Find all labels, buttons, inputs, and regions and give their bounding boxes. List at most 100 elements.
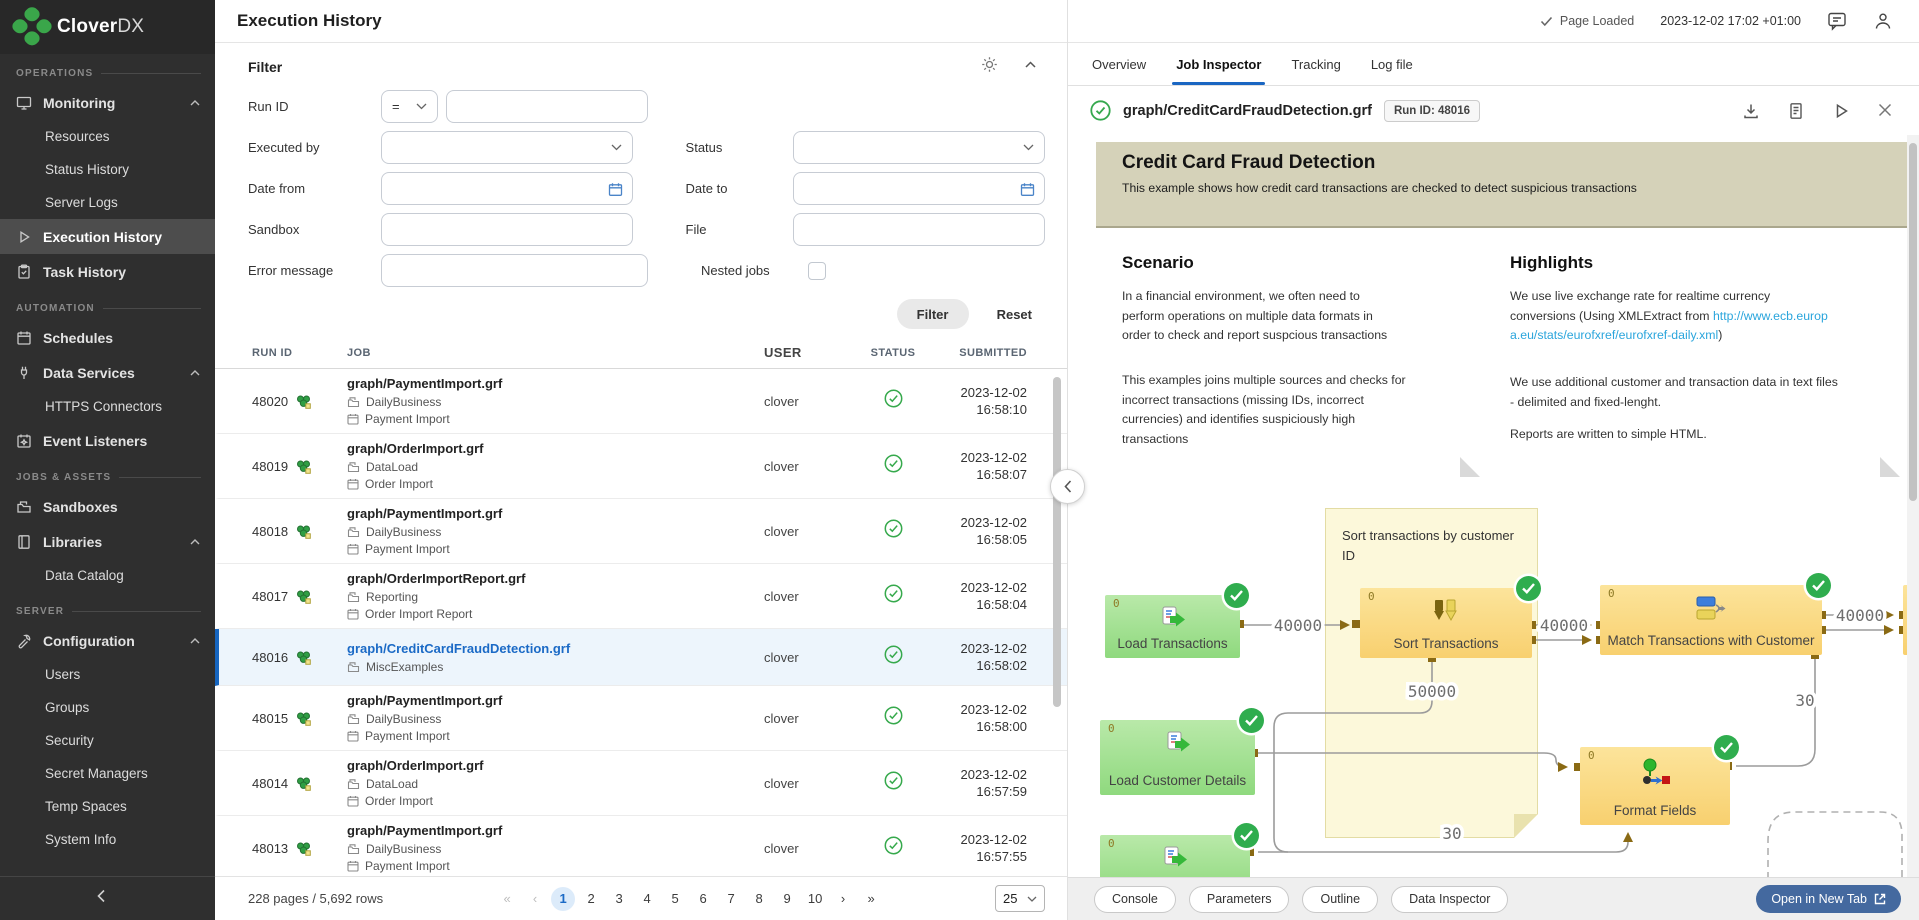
sidebar-item-system-info[interactable]: System Info <box>0 823 215 856</box>
graph-node-format-fields[interactable]: 0 Format Fields <box>1580 747 1730 825</box>
date-to-input[interactable] <box>794 173 1044 204</box>
job-link[interactable]: graph/CreditCardFraudDetection.grf <box>347 641 764 657</box>
open-in-new-tab-button[interactable]: Open in New Tab <box>1756 885 1901 913</box>
tab-job-inspector[interactable]: Job Inspector <box>1176 43 1261 85</box>
executed-by-select[interactable] <box>381 131 633 164</box>
outline-button[interactable]: Outline <box>1302 886 1378 913</box>
job-link[interactable]: graph/OrderImport.grf <box>347 758 764 774</box>
table-row[interactable]: 48017graph/OrderImportReport.grfReportin… <box>215 564 1067 629</box>
sidebar-item-server-logs[interactable]: Server Logs <box>0 186 215 219</box>
run-id-operator-select[interactable]: = <box>381 90 438 123</box>
status-select[interactable] <box>793 131 1045 164</box>
next-page-button[interactable]: › <box>831 887 855 911</box>
job-link[interactable]: graph/PaymentImport.grf <box>347 506 764 522</box>
job-link[interactable]: graph/OrderImport.grf <box>347 441 764 457</box>
table-row[interactable]: 48013graph/PaymentImport.grfDailyBusines… <box>215 816 1067 876</box>
filter-button[interactable]: Filter <box>897 299 969 329</box>
table-row[interactable]: 48015graph/PaymentImport.grfDailyBusines… <box>215 686 1067 751</box>
page-button[interactable]: 10 <box>803 887 827 911</box>
graph-node-match-transactions[interactable]: 0 Match Transactions with Customer <box>1600 585 1822 655</box>
graph-node-load-transactions[interactable]: 0 Load Transactions <box>1105 595 1240 658</box>
parameters-button[interactable]: Parameters <box>1189 886 1290 913</box>
error-message-input[interactable] <box>382 255 647 286</box>
chevron-up-icon[interactable] <box>189 99 201 107</box>
filter-section: Filter Run ID = Executed by <box>215 43 1067 329</box>
last-page-button[interactable]: » <box>859 887 883 911</box>
reset-button[interactable]: Reset <box>997 307 1032 322</box>
page-button[interactable]: 3 <box>607 887 631 911</box>
sidebar-item-configuration[interactable]: Configuration <box>0 623 215 658</box>
page-button[interactable]: 7 <box>719 887 743 911</box>
close-icon[interactable] <box>1877 102 1893 120</box>
sidebar-item-event-listeners[interactable]: Event Listeners <box>0 423 215 458</box>
page-button[interactable]: 9 <box>775 887 799 911</box>
sidebar-item-data-services[interactable]: Data Services <box>0 355 215 390</box>
gear-icon[interactable] <box>981 56 998 78</box>
page-button[interactable]: 6 <box>691 887 715 911</box>
sidebar-item-groups[interactable]: Groups <box>0 691 215 724</box>
prev-page-button[interactable]: ‹ <box>523 887 547 911</box>
page-button[interactable]: 5 <box>663 887 687 911</box>
sidebar-item-security[interactable]: Security <box>0 724 215 757</box>
file-input[interactable] <box>794 214 1044 245</box>
chevron-up-icon[interactable] <box>189 637 201 645</box>
sidebar-item-schedules[interactable]: Schedules <box>0 320 215 355</box>
table-row[interactable]: 48019graph/OrderImport.grfDataLoadOrder … <box>215 434 1067 499</box>
table-row[interactable]: 48014graph/OrderImport.grfDataLoadOrder … <box>215 751 1067 816</box>
first-page-button[interactable]: « <box>495 887 519 911</box>
job-title: graph/CreditCardFraudDetection.grf <box>1123 103 1372 119</box>
job-link[interactable]: graph/OrderImportReport.grf <box>347 571 764 587</box>
canvas-scrollbar-thumb[interactable] <box>1909 143 1917 501</box>
page-button[interactable]: 4 <box>635 887 659 911</box>
download-icon[interactable] <box>1742 102 1760 120</box>
job-link[interactable]: graph/PaymentImport.grf <box>347 823 764 839</box>
page-size-select[interactable]: 25 <box>995 885 1045 912</box>
feedback-icon[interactable] <box>1827 11 1847 31</box>
sidebar-item-sandboxes[interactable]: Sandboxes <box>0 489 215 524</box>
table-row[interactable]: 48016graph/CreditCardFraudDetection.grfM… <box>215 629 1067 686</box>
collapse-filter-icon[interactable] <box>1024 56 1037 78</box>
user-icon[interactable] <box>1873 11 1893 31</box>
job-link[interactable]: graph/PaymentImport.grf <box>347 376 764 392</box>
log-file-icon[interactable] <box>1787 102 1805 120</box>
graph-node-partial[interactable]: 0 <box>1100 835 1250 877</box>
graph-node-sort-transactions[interactable]: 0 Sort Transactions <box>1360 588 1532 658</box>
sidebar-item-https-connectors[interactable]: HTTPS Connectors <box>0 390 215 423</box>
sidebar-item-libraries[interactable]: Libraries <box>0 524 215 559</box>
page-button[interactable]: 8 <box>747 887 771 911</box>
job-link[interactable]: graph/PaymentImport.grf <box>347 693 764 709</box>
sidebar-collapse-button[interactable] <box>0 876 215 920</box>
chevron-up-icon[interactable] <box>189 538 201 546</box>
tab-log-file[interactable]: Log file <box>1371 43 1413 85</box>
cloverdx-logo[interactable]: CloverDX <box>0 0 215 54</box>
tab-tracking[interactable]: Tracking <box>1291 43 1340 85</box>
sidebar-item-data-catalog[interactable]: Data Catalog <box>0 559 215 592</box>
sidebar-item-status-history[interactable]: Status History <box>0 153 215 186</box>
tab-overview[interactable]: Overview <box>1092 43 1146 85</box>
table-row[interactable]: 48018graph/PaymentImport.grfDailyBusines… <box>215 499 1067 564</box>
sidebar-item-execution-history[interactable]: Execution History <box>0 219 215 254</box>
nested-jobs-checkbox[interactable] <box>808 262 826 280</box>
sandbox-input[interactable] <box>382 214 632 245</box>
sidebar-item-label: Monitoring <box>43 95 115 111</box>
graph-node-load-customer-details[interactable]: 0 Load Customer Details <box>1100 720 1255 795</box>
page-button[interactable]: 1 <box>551 887 575 911</box>
sidebar-item-secret-managers[interactable]: Secret Managers <box>0 757 215 790</box>
graph-canvas[interactable]: Credit Card Fraud Detection This example… <box>1068 135 1919 877</box>
sidebar-item-task-history[interactable]: Task History <box>0 254 215 289</box>
run-again-icon[interactable] <box>1832 102 1850 120</box>
chevron-up-icon[interactable] <box>189 369 201 377</box>
console-button[interactable]: Console <box>1094 886 1176 913</box>
panel-collapse-button[interactable] <box>1050 469 1085 504</box>
date-from-input[interactable] <box>382 173 632 204</box>
status-success-icon <box>884 389 903 408</box>
run-id-input[interactable] <box>447 91 647 122</box>
table-scrollbar-thumb[interactable] <box>1053 377 1061 707</box>
data-inspector-button[interactable]: Data Inspector <box>1391 886 1508 913</box>
sidebar-item-users[interactable]: Users <box>0 658 215 691</box>
table-row[interactable]: 48020graph/PaymentImport.grfDailyBusines… <box>215 369 1067 434</box>
page-button[interactable]: 2 <box>579 887 603 911</box>
sidebar-item-resources[interactable]: Resources <box>0 120 215 153</box>
sidebar-item-temp-spaces[interactable]: Temp Spaces <box>0 790 215 823</box>
sidebar-item-monitoring[interactable]: Monitoring <box>0 85 215 120</box>
